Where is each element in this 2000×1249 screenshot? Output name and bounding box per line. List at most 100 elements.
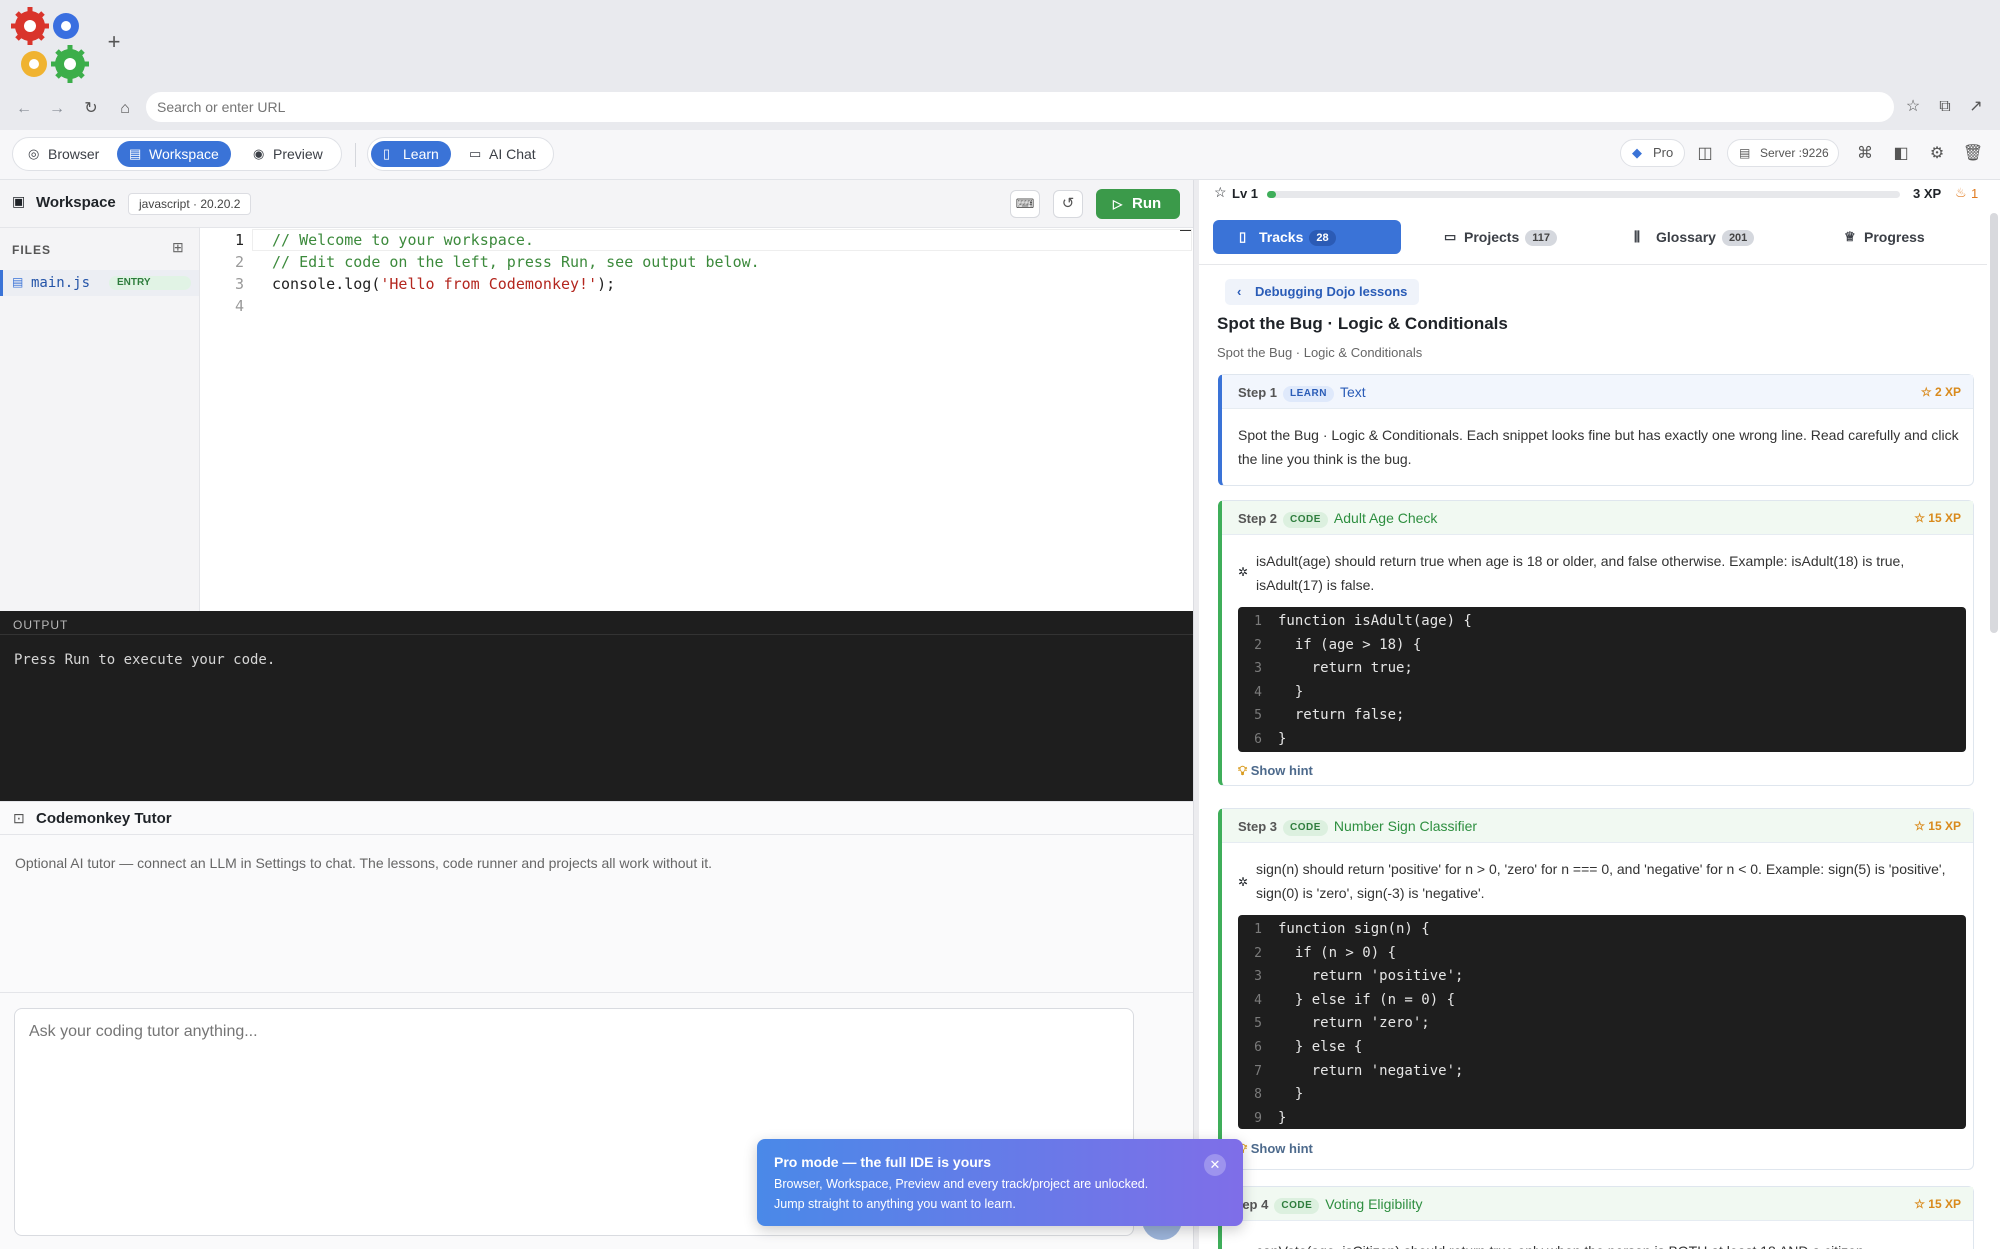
snippet-code-line[interactable]: } <box>1278 1110 1286 1126</box>
step-title: Text <box>1339 384 1366 400</box>
snippet-code-line[interactable]: } <box>1278 684 1303 700</box>
bookmark-star-icon[interactable]: ☆ <box>1900 94 1926 120</box>
step-number: Step 2 <box>1238 511 1278 526</box>
snippet-code-line[interactable]: } <box>1278 1086 1303 1102</box>
step-kind-badge: CODE <box>1274 1197 1320 1214</box>
line-number: 3 <box>234 275 244 293</box>
step-body: canVote(age, isCitizen) should return tr… <box>1256 1239 1966 1249</box>
snippet-line-number: 4 <box>1254 684 1262 700</box>
toast-title: Pro mode — the full IDE is yours <box>774 1154 992 1170</box>
snippet-code-line[interactable]: function isAdult(age) { <box>1278 613 1472 629</box>
file-item-main-js[interactable]: ▤ main.js ENTRY <box>0 270 199 296</box>
star-level-icon: ☆ <box>1214 184 1227 200</box>
reload-icon[interactable]: ↻ <box>78 96 104 122</box>
toolbar-divider <box>355 143 356 167</box>
globe-icon: ◎ <box>28 146 40 161</box>
show-hint-button[interactable]: 💡︎ Show hint <box>1238 763 1313 779</box>
play-icon: ▷ <box>1113 197 1123 211</box>
command-icon[interactable]: ⌘ <box>1852 141 1878 167</box>
new-tab-button[interactable]: + <box>104 30 124 54</box>
lesson-title: Spot the Bug · Logic & Conditionals <box>1217 314 1508 333</box>
server-status[interactable]: ▤ Server :9226 <box>1727 139 1839 167</box>
tutor-description: Optional AI tutor — connect an LLM in Se… <box>15 855 713 871</box>
step-header: Step 3 CODE Number Sign Classifier ☆ 15 XP <box>1222 809 1973 843</box>
streak-count: 1 <box>1971 186 1979 201</box>
step-card: Step 1 LEARN Text ☆ 2 XP Spot the Bug · Lo… <box>1218 374 1974 486</box>
snippet-code-line[interactable]: return 'positive'; <box>1278 968 1464 984</box>
keyboard-icon[interactable]: ⌨ <box>1010 190 1040 218</box>
snippet-code-line[interactable]: function sign(n) { <box>1278 921 1430 937</box>
back-icon[interactable]: ← <box>11 96 37 122</box>
close-icon[interactable]: ✕ <box>1204 1154 1226 1176</box>
bug-icon: ✲ <box>1238 565 1249 579</box>
tab-count: 201 <box>1721 230 1755 247</box>
panel-learn-button[interactable]: ▯ Learn <box>371 141 451 167</box>
show-hint-button[interactable]: 💡︎ Show hint <box>1238 1141 1313 1157</box>
snippet-code-line[interactable]: } <box>1278 731 1286 747</box>
snippet-code-line[interactable]: if (age > 18) { <box>1278 637 1421 653</box>
snippet-line-number: 6 <box>1254 1040 1262 1055</box>
tab-projects[interactable]: ▭ Projects 117 <box>1428 220 1588 254</box>
snippet-line-number: 1 <box>1254 614 1262 629</box>
snippet-code-line[interactable]: return false; <box>1278 707 1405 723</box>
step-xp: ☆ 15 XP <box>1914 1197 1961 1211</box>
xp-total: 3 XP <box>1913 186 1942 201</box>
mode-preview-button[interactable]: ◉ Preview <box>241 141 335 167</box>
step-number: Step 1 <box>1238 385 1278 400</box>
snippet-code-line[interactable]: } else if (n = 0) { <box>1278 992 1455 1008</box>
book-open-icon[interactable]: ◫ <box>1692 141 1718 167</box>
snippet-code-line[interactable]: return true; <box>1278 660 1413 676</box>
code-punct: ); <box>597 275 616 293</box>
snippet-code-line[interactable]: return 'negative'; <box>1278 1063 1464 1079</box>
snippet-line-number: 2 <box>1254 637 1262 653</box>
file-name: main.js <box>31 275 91 291</box>
snippet-code-line[interactable]: return 'zero'; <box>1278 1015 1430 1031</box>
run-button[interactable]: ▷ Run <box>1096 189 1180 219</box>
step-title: Adult Age Check <box>1333 510 1438 526</box>
tab-glossary[interactable]: ⫼ Glossary 201 <box>1622 220 1782 254</box>
reset-icon[interactable]: ↺ <box>1053 190 1083 218</box>
split-panel-icon[interactable]: ◧ <box>1888 141 1914 167</box>
new-file-icon[interactable]: ⊞ <box>172 239 184 256</box>
lesson-subtitle: Spot the Bug · Logic & Conditionals <box>1217 345 1423 360</box>
back-to-lessons-button[interactable]: ‹ Debugging Dojo lessons <box>1225 279 1420 305</box>
learn-scrollbar[interactable] <box>1990 213 1998 633</box>
trophy-icon: ♕ <box>1844 229 1856 244</box>
url-input[interactable] <box>146 92 1894 122</box>
code-call: console.log( <box>272 275 381 293</box>
snippet-line-number: 9 <box>1254 1110 1262 1126</box>
external-link-icon[interactable]: ↗ <box>1963 94 1989 120</box>
level-label: Lv 1 <box>1232 186 1259 201</box>
snippet-code-line[interactable]: } else { <box>1278 1039 1362 1055</box>
graduation-cap-icon: ◆ <box>1632 145 1642 160</box>
folder-icon: ▭ <box>1444 229 1457 244</box>
tab-progress[interactable]: ♕ Progress <box>1830 220 1970 254</box>
home-icon[interactable]: ⌂ <box>112 96 138 122</box>
code-comment: // Edit code on the left, press Run, see… <box>272 253 760 271</box>
xp-value: 15 XP <box>1928 1197 1961 1211</box>
step-body: isAdult(age) should return true when age… <box>1256 553 1905 593</box>
toast-body: Browser, Workspace, Preview and every tr… <box>774 1177 1149 1211</box>
step-kind-badge: LEARN <box>1283 385 1334 402</box>
mode-browser-button[interactable]: ◎ Browser <box>16 141 111 167</box>
xp-progress-fill <box>1267 191 1277 198</box>
line-number: 4 <box>234 297 244 315</box>
hint-label: Show hint <box>1250 1141 1313 1156</box>
mode-workspace-button[interactable]: ▤ Workspace <box>117 141 231 167</box>
panel-ai-chat-button[interactable]: ▭ AI Chat <box>457 141 548 167</box>
code-comment: // Welcome to your workspace. <box>272 231 534 249</box>
tab-count: 28 <box>1309 230 1336 247</box>
settings-gear-icon[interactable]: ⚙ <box>1924 141 1950 167</box>
pro-mode-toast: Pro mode — the full IDE is yours Browser… <box>757 1139 1243 1226</box>
file-icon: ▤ <box>12 275 24 289</box>
workspace-title: Workspace <box>36 194 116 211</box>
trash-icon[interactable]: 🗑 <box>1960 141 1986 167</box>
forward-icon[interactable]: → <box>44 96 70 122</box>
copy-icon[interactable]: ⧉ <box>1932 94 1958 120</box>
book-icon: ▯ <box>383 146 391 161</box>
pro-badge[interactable]: ◆ Pro <box>1620 139 1685 167</box>
bug-icon: ✲ <box>1238 875 1249 889</box>
snippet-code-line[interactable]: if (n > 0) { <box>1278 945 1396 961</box>
tab-tracks[interactable]: ▯ Tracks 28 <box>1213 220 1401 254</box>
step-header: tep 4 CODE Voting Eligibility ☆ 15 XP <box>1222 1187 1973 1221</box>
